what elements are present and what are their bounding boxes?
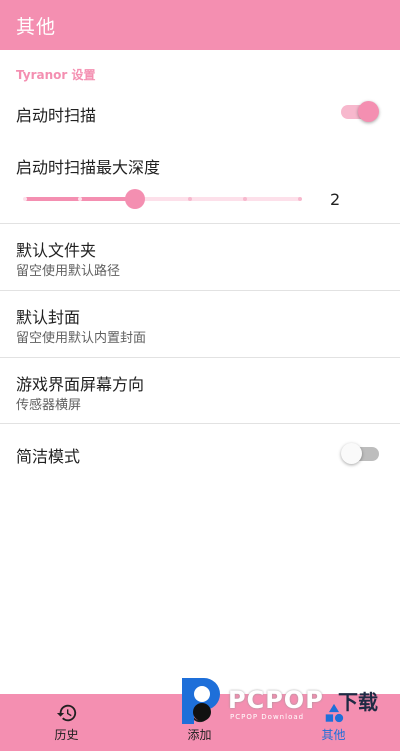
setting-title: 启动时扫描: [16, 106, 97, 125]
watermark-word: PCPOP: [228, 686, 324, 714]
slider-tick: [188, 197, 192, 201]
app-bar: 其他: [0, 0, 400, 50]
slider-tick: [243, 197, 247, 201]
divider: [0, 290, 400, 291]
nav-item-history[interactable]: 历史: [0, 694, 133, 751]
history-icon: [56, 704, 76, 722]
divider: [0, 357, 400, 358]
scan-on-start-switch[interactable]: [341, 101, 379, 122]
setting-title: 默认封面: [16, 308, 81, 327]
setting-subtitle: 传感器横屏: [16, 398, 82, 413]
slider-value: 2: [330, 190, 341, 209]
divider: [0, 223, 400, 224]
setting-subtitle: 留空使用默认内置封面: [16, 331, 147, 346]
section-header-tyranor: Tyranor 设置: [16, 68, 96, 82]
page-title: 其他: [16, 16, 57, 38]
pcpop-logo-icon: [182, 678, 220, 724]
pcpop-watermark: PCPOP 下载 PCPOP Download: [178, 672, 388, 732]
divider: [0, 423, 400, 424]
switch-thumb: [358, 101, 379, 122]
setting-subtitle: 留空使用默认路径: [16, 264, 121, 279]
slider-tick: [298, 197, 302, 201]
watermark-cn: 下载: [338, 690, 378, 714]
setting-title: 默认文件夹: [16, 241, 97, 260]
setting-title: 简洁模式: [16, 447, 81, 466]
setting-title: 游戏界面屏幕方向: [16, 375, 145, 394]
max-depth-slider[interactable]: [23, 189, 302, 209]
watermark-sub: PCPOP Download: [230, 713, 305, 721]
slider-tick: [23, 197, 27, 201]
simple-mode-switch[interactable]: [341, 443, 379, 464]
slider-thumb[interactable]: [125, 189, 145, 209]
setting-max-depth-title: 启动时扫描最大深度: [16, 158, 161, 177]
nav-label: 历史: [54, 728, 79, 742]
switch-thumb: [341, 443, 362, 464]
slider-tick: [78, 197, 82, 201]
